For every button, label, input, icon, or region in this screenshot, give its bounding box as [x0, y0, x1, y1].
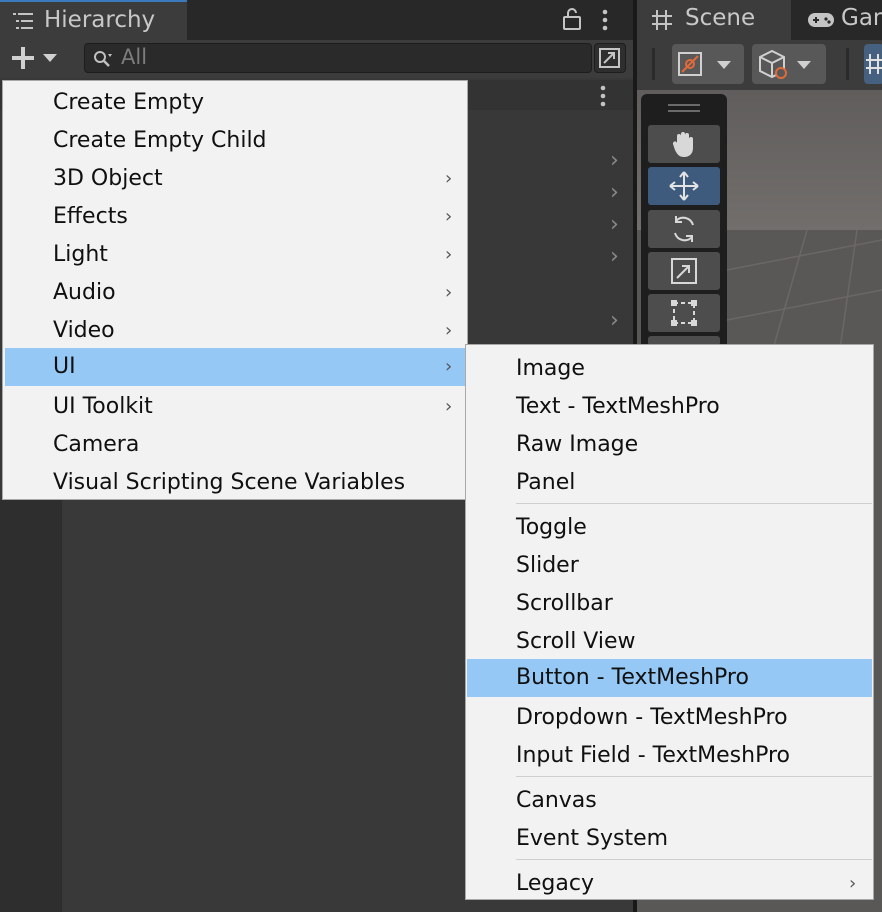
- menu-item-ui-toolkit[interactable]: UI Toolkit ›: [5, 388, 467, 425]
- tab-hierarchy[interactable]: Hierarchy: [0, 0, 187, 40]
- chevron-right-icon: ›: [445, 282, 453, 303]
- expand-arrow-icon[interactable]: ›: [610, 308, 619, 333]
- expand-arrow-icon[interactable]: ›: [610, 212, 619, 237]
- submenu-item-raw-image[interactable]: Raw Image: [467, 426, 872, 463]
- submenu-item-button-textmeshpro[interactable]: Button - TextMeshPro: [467, 659, 872, 697]
- chevron-right-icon: ›: [445, 356, 453, 377]
- grid-toggle-button[interactable]: [864, 44, 882, 84]
- toolbar-grip: [846, 48, 849, 80]
- game-tab-label: Gam: [841, 5, 882, 31]
- search-icon: [93, 50, 113, 72]
- submenu-item-event-system[interactable]: Event System: [467, 820, 872, 857]
- draw-mode-icon: [678, 52, 731, 76]
- kebab-menu-icon[interactable]: [600, 8, 610, 36]
- submenu-item-image[interactable]: Image: [467, 350, 872, 387]
- hierarchy-tab-label: Hierarchy: [44, 7, 156, 33]
- render-mode-button[interactable]: [752, 44, 826, 84]
- menu-item-visual-scripting-scene-variables[interactable]: Visual Scripting Scene Variables: [5, 464, 467, 501]
- submenu-item-text-textmeshpro[interactable]: Text - TextMeshPro: [467, 388, 872, 425]
- scene-tab-label: Scene: [685, 5, 756, 31]
- toolbar-grip: [652, 48, 655, 80]
- submenu-item-scroll-view[interactable]: Scroll View: [467, 623, 872, 660]
- menu-item-3d-object[interactable]: 3D Object ›: [5, 160, 467, 197]
- search-options-button[interactable]: [594, 43, 626, 73]
- chevron-right-icon: ›: [445, 168, 453, 189]
- rotate-tool-button[interactable]: [648, 210, 720, 248]
- menu-separator: [516, 859, 872, 860]
- submenu-item-dropdown-textmeshpro[interactable]: Dropdown - TextMeshPro: [467, 699, 872, 736]
- tab-scene[interactable]: Scene: [637, 0, 791, 40]
- scale-tool-button[interactable]: [648, 252, 720, 290]
- submenu-item-input-field-textmeshpro[interactable]: Input Field - TextMeshPro: [467, 737, 872, 774]
- chevron-right-icon: ›: [445, 320, 453, 341]
- draw-mode-button[interactable]: [672, 44, 744, 84]
- rect-tool-button[interactable]: [648, 294, 720, 332]
- search-placeholder: All: [121, 45, 148, 69]
- menu-item-create-empty[interactable]: Create Empty: [5, 84, 467, 121]
- scene-search-icon: [599, 48, 620, 68]
- submenu-item-scrollbar[interactable]: Scrollbar: [467, 585, 872, 622]
- overlay-grip[interactable]: [668, 104, 700, 106]
- expand-arrow-icon[interactable]: ›: [610, 180, 619, 205]
- rotate-icon: [674, 216, 694, 242]
- menu-separator: [516, 503, 872, 504]
- grid-hash-icon: [651, 9, 673, 35]
- expand-arrow-icon[interactable]: ›: [610, 148, 619, 173]
- menu-item-camera[interactable]: Camera: [5, 426, 467, 463]
- tab-game[interactable]: Gam: [805, 0, 882, 40]
- hierarchy-gutter: [0, 500, 62, 912]
- menu-item-audio[interactable]: Audio ›: [5, 274, 467, 311]
- add-create-button[interactable]: [10, 45, 66, 75]
- create-menu: Create Empty Create Empty Child 3D Objec…: [2, 80, 468, 500]
- menu-item-light[interactable]: Light ›: [5, 236, 467, 273]
- hand-icon: [672, 132, 693, 157]
- submenu-item-slider[interactable]: Slider: [467, 547, 872, 584]
- hierarchy-list-icon: [13, 11, 35, 31]
- submenu-item-canvas[interactable]: Canvas: [467, 782, 872, 819]
- cube-icon: [759, 49, 811, 79]
- menu-item-video[interactable]: Video ›: [5, 312, 467, 349]
- chevron-right-icon: ›: [445, 244, 453, 265]
- chevron-right-icon: ›: [849, 873, 857, 894]
- ui-submenu: Image Text - TextMeshPro Raw Image Panel…: [465, 344, 874, 900]
- chevron-right-icon: ›: [445, 396, 453, 417]
- move-arrows-icon: [669, 171, 699, 201]
- grid-icon: [866, 54, 882, 74]
- scene-row-menu-icon[interactable]: [598, 84, 608, 112]
- expand-arrow-icon[interactable]: ›: [610, 244, 619, 269]
- chevron-right-icon: ›: [445, 206, 453, 227]
- move-tool-button[interactable]: [648, 167, 720, 205]
- overlay-grip: [668, 110, 700, 112]
- submenu-item-toggle[interactable]: Toggle: [467, 509, 872, 546]
- submenu-item-legacy[interactable]: Legacy ›: [467, 865, 872, 902]
- search-input[interactable]: All: [84, 43, 592, 73]
- menu-item-ui[interactable]: UI ›: [5, 348, 467, 386]
- hand-tool-button[interactable]: [648, 125, 720, 163]
- menu-item-create-empty-child[interactable]: Create Empty Child: [5, 122, 467, 159]
- menu-item-effects[interactable]: Effects ›: [5, 198, 467, 235]
- scale-icon: [671, 258, 697, 284]
- submenu-item-panel[interactable]: Panel: [467, 464, 872, 501]
- gamepad-icon: [807, 11, 835, 33]
- menu-separator: [516, 776, 872, 777]
- lock-icon[interactable]: [560, 6, 584, 36]
- rect-transform-icon: [671, 300, 697, 326]
